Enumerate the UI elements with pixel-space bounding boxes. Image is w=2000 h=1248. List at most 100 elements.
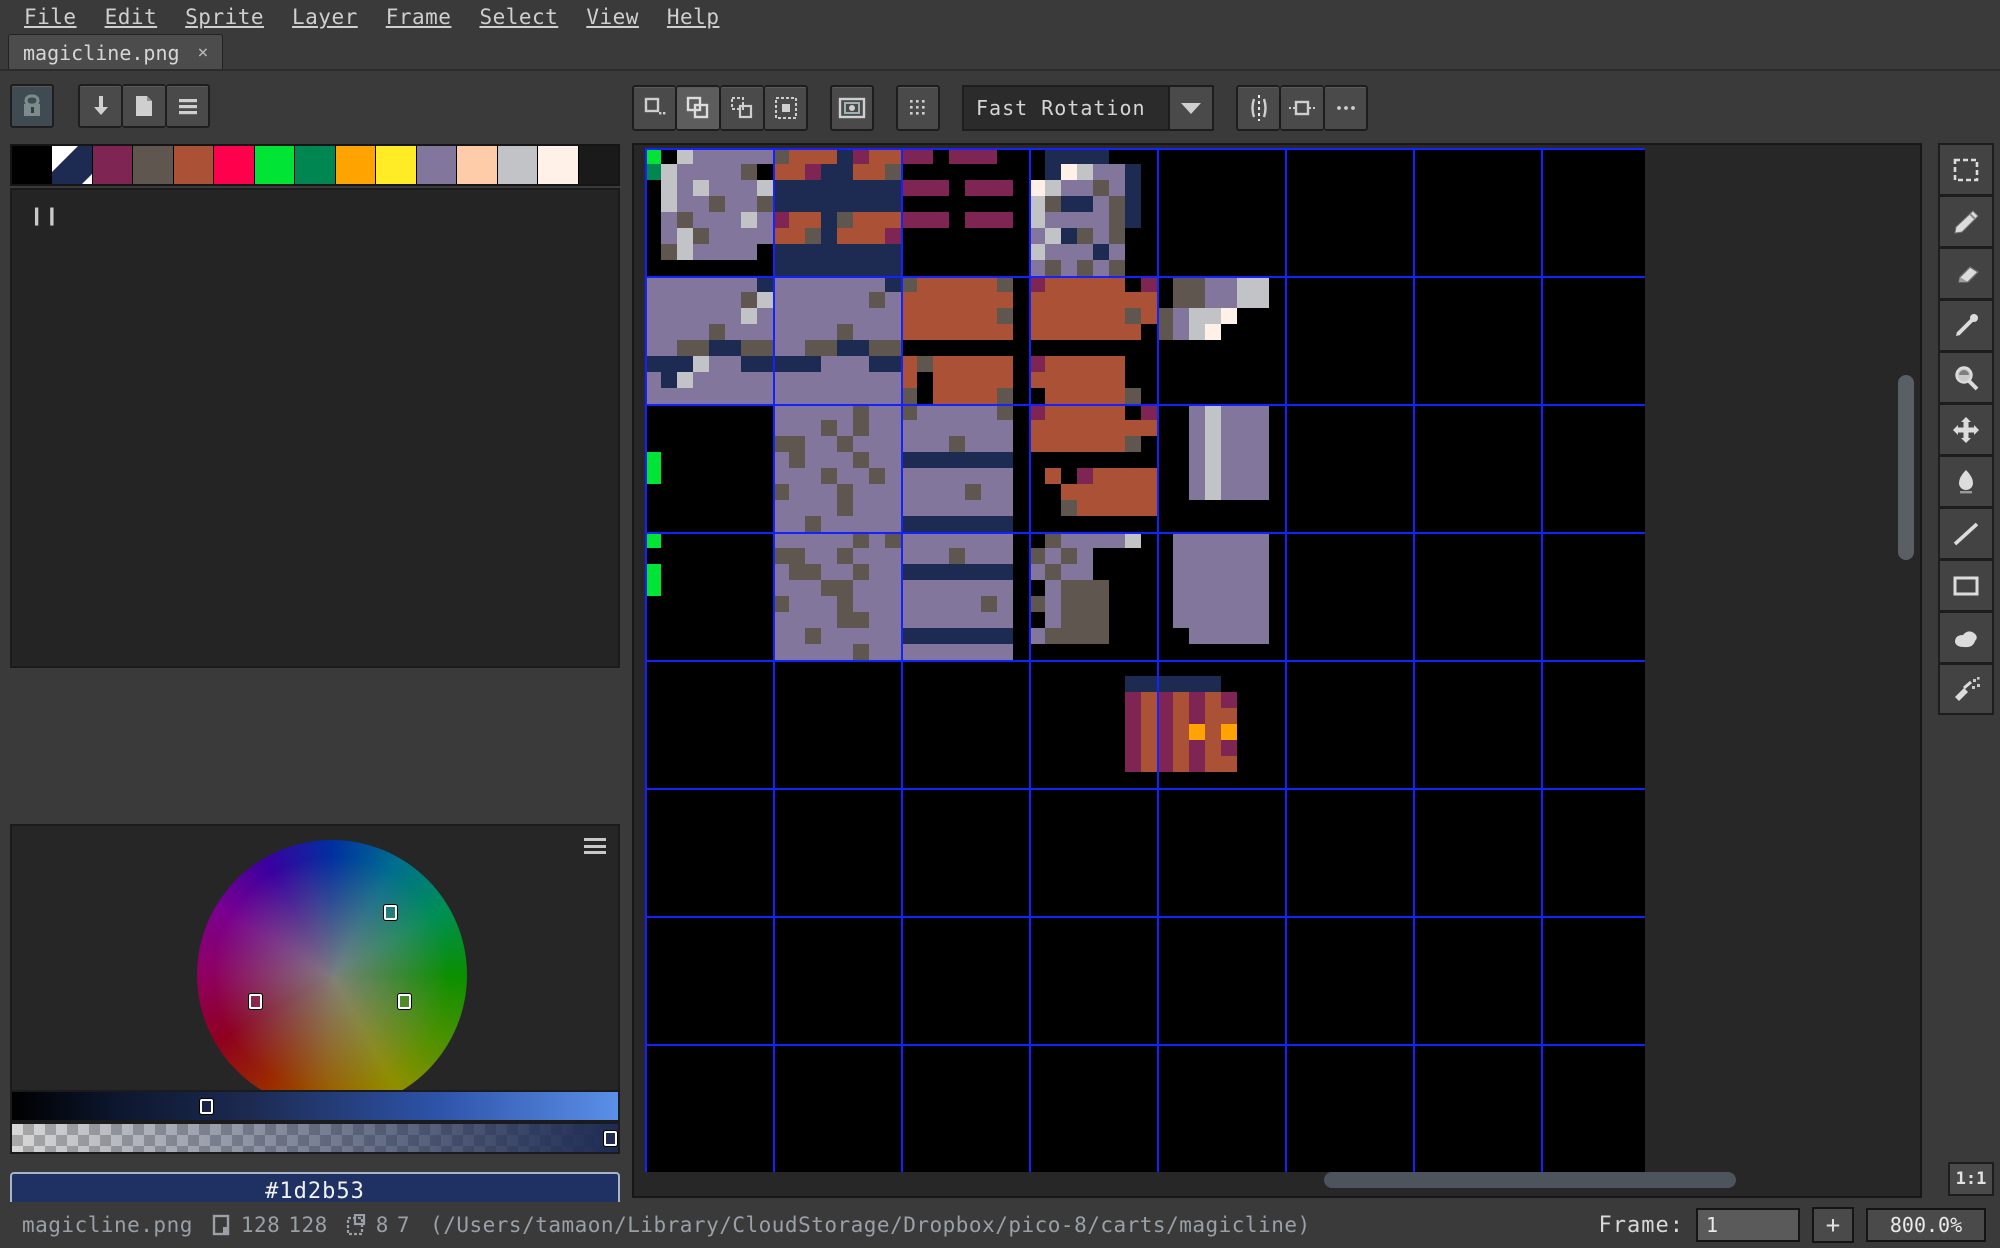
tool-eraser[interactable]	[1938, 247, 1994, 299]
more-options-button[interactable]	[1324, 85, 1368, 131]
palette-swatch-12[interactable]	[497, 146, 539, 184]
palette-new-button[interactable]	[122, 84, 166, 128]
tool-move[interactable]	[1938, 403, 1994, 455]
close-icon[interactable]: ×	[198, 42, 209, 63]
auto-select-layer-button[interactable]	[896, 85, 940, 131]
palette-swatch-11[interactable]	[457, 146, 498, 184]
sprite-pixel	[773, 548, 805, 564]
palette-strip[interactable]	[10, 144, 620, 186]
tab-magicline[interactable]: magicline.png ×	[8, 34, 224, 70]
sprite-pixel	[965, 212, 1013, 228]
tool-pencil[interactable]	[1938, 195, 1994, 247]
tool-eyedropper[interactable]	[1938, 299, 1994, 351]
sprite-pixel	[853, 148, 869, 164]
sprite-pixel	[709, 196, 725, 212]
color-wheel[interactable]	[197, 840, 467, 1110]
menu-sprite-label: Sprite	[185, 5, 265, 29]
palette-download-button[interactable]	[78, 84, 122, 128]
tool-zoom[interactable]	[1938, 351, 1994, 403]
palette-swatch-10[interactable]	[416, 146, 458, 184]
palette-swatch-7[interactable]	[295, 146, 336, 184]
subtract-selection-button[interactable]	[720, 85, 764, 131]
tool-line[interactable]	[1938, 507, 1994, 559]
frame-input[interactable]: 1	[1696, 1208, 1800, 1242]
sprite-pixel	[661, 244, 677, 260]
symmetry-button[interactable]	[1236, 85, 1280, 131]
sprite-pixel	[693, 244, 757, 260]
zoom-level-field[interactable]: 800.0%	[1866, 1208, 1986, 1242]
menu-file[interactable]: File	[10, 3, 91, 31]
tool-paint-bucket[interactable]	[1938, 455, 1994, 507]
intersect-selection-button[interactable]	[764, 85, 808, 131]
rotation-algorithm-select[interactable]: Fast Rotation	[962, 85, 1214, 131]
pixel-perfect-button[interactable]	[830, 85, 874, 131]
alpha-slider[interactable]	[10, 1122, 620, 1154]
sprite-artboard[interactable]	[645, 148, 1645, 1172]
color-panel-menu-icon[interactable]	[584, 838, 606, 854]
rotation-select-value[interactable]: Fast Rotation	[962, 85, 1170, 131]
sprite-pixel	[1205, 276, 1237, 292]
menu-file-label: File	[24, 5, 77, 29]
canvas-viewport[interactable]	[632, 143, 1922, 1198]
sprite-pixel	[645, 532, 661, 548]
hue-slider[interactable]	[10, 1090, 620, 1122]
palette-swatch-6[interactable]	[254, 146, 296, 184]
rectangle-icon	[1953, 576, 1979, 595]
sprite-pixel	[1029, 436, 1125, 452]
palette-swatch-3[interactable]	[133, 146, 174, 184]
alpha-slider-thumb[interactable]	[604, 1131, 617, 1146]
palette-swatch-9[interactable]	[376, 146, 417, 184]
palette-swatch-8[interactable]	[335, 146, 377, 184]
canvas-hscrollbar[interactable]	[1324, 1172, 1736, 1188]
tool-blur[interactable]	[1938, 611, 1994, 663]
palette-swatch-13[interactable]	[538, 146, 579, 184]
menu-sprite[interactable]: Sprite	[171, 3, 278, 31]
sprite-pixel	[1189, 324, 1205, 340]
sprite-pixel	[1141, 756, 1157, 772]
sprite-pixel	[645, 564, 661, 580]
palette-swatch-0[interactable]	[12, 146, 53, 184]
sprite-pixel	[853, 596, 901, 612]
chevron-down-icon[interactable]	[1170, 85, 1214, 131]
menu-help[interactable]: Help	[653, 3, 734, 31]
sprite-pixel	[901, 628, 1013, 644]
hue-slider-thumb[interactable]	[200, 1099, 213, 1114]
palette-pause-icon: ❙❙	[30, 204, 61, 229]
add-frame-button[interactable]: +	[1812, 1207, 1854, 1243]
sprite-pixel	[693, 228, 709, 244]
palette-swatch-14[interactable]	[578, 146, 619, 184]
tool-rectangle[interactable]	[1938, 559, 1994, 611]
add-selection-button[interactable]	[676, 85, 720, 131]
tab-label: magicline.png	[23, 40, 180, 65]
menu-layer[interactable]: Layer	[278, 3, 372, 31]
canvas-vscrollbar[interactable]	[1898, 375, 1914, 560]
symmetry-both-icon	[1289, 100, 1315, 116]
lock-button[interactable]	[10, 84, 54, 128]
menu-frame[interactable]: Frame	[372, 3, 466, 31]
color-wheel-marker-1[interactable]	[249, 994, 263, 1009]
menu-view[interactable]: View	[572, 3, 653, 31]
sprite-pixel	[1061, 260, 1077, 276]
tab-underline	[0, 69, 2000, 71]
symmetry-options-button[interactable]	[1280, 85, 1324, 131]
palette-swatch-2[interactable]	[92, 146, 134, 184]
zoom-reset-button[interactable]: 1:1	[1948, 1162, 1994, 1196]
color-wheel-marker-0[interactable]	[384, 904, 398, 920]
palette-swatch-5[interactable]	[214, 146, 255, 184]
tool-spray[interactable]	[1938, 663, 1994, 715]
sprite-pixel	[1029, 420, 1141, 436]
menu-select[interactable]: Select	[465, 3, 572, 31]
ellipsis-icon	[1336, 106, 1355, 110]
color-wheel-marker-2[interactable]	[397, 994, 411, 1009]
replace-selection-button[interactable]	[632, 85, 676, 131]
palette-swatch-4[interactable]	[173, 146, 215, 184]
menu-edit[interactable]: Edit	[91, 3, 172, 31]
palette-body[interactable]: ❙❙	[10, 188, 620, 668]
sprite-pixel	[901, 324, 1013, 340]
sprite-pixel	[1077, 260, 1093, 276]
tool-marquee[interactable]	[1938, 143, 1994, 195]
palette-swatch-1[interactable]	[52, 146, 93, 184]
sprite-pixel	[1189, 452, 1205, 468]
palette-options-button[interactable]	[166, 84, 210, 128]
sprite-pixel	[1141, 708, 1157, 724]
